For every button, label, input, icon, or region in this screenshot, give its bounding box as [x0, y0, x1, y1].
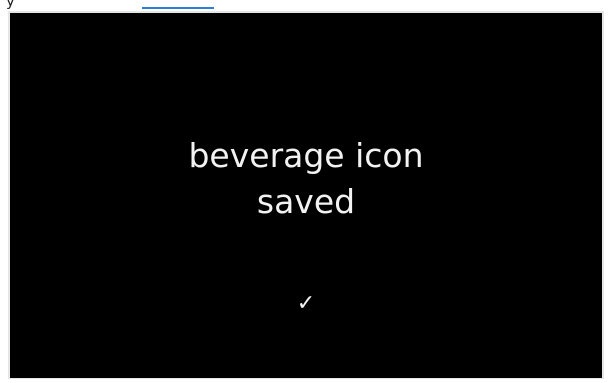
top-partial-text: y: [6, 0, 16, 10]
top-link[interactable]: [142, 0, 214, 9]
saved-message-line-1: beverage icon: [188, 136, 424, 175]
top-strip: y: [0, 0, 610, 11]
saved-message: beverage icon saved: [10, 133, 602, 225]
device-screen: beverage icon saved ✓: [10, 13, 602, 378]
checkmark-icon: ✓: [296, 291, 316, 316]
page: y beverage icon saved ✓: [0, 0, 610, 383]
saved-message-line-2: saved: [256, 182, 356, 221]
